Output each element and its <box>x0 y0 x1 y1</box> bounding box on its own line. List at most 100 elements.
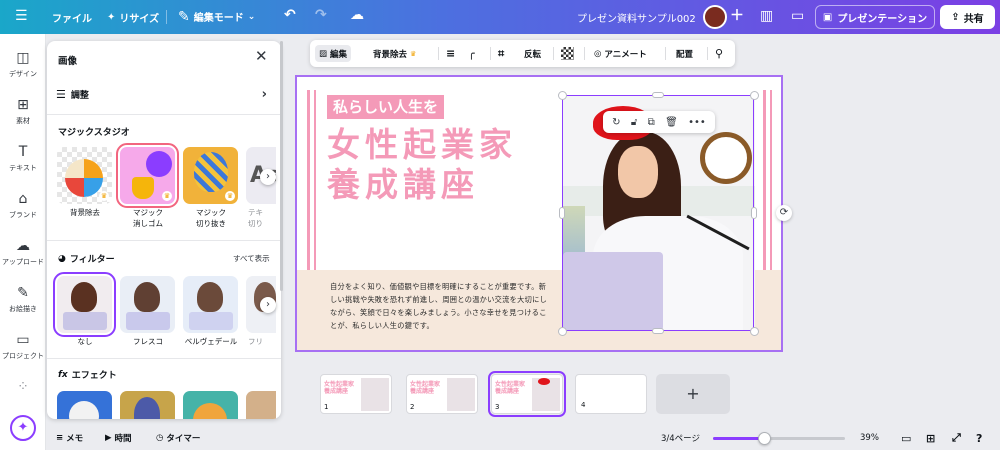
bg-remove-tile[interactable]: ♛ <box>57 147 112 204</box>
add-page-button[interactable]: + <box>656 374 730 414</box>
thumbnail-title: 女性起業家 養成講座 <box>495 381 526 395</box>
resize-handle[interactable] <box>750 327 759 336</box>
sidebar-item-apps[interactable]: ⁘ <box>0 379 46 396</box>
page-view-icon[interactable]: ▭ <box>901 429 911 447</box>
page-thumbnail[interactable]: 女性起業家 養成講座 1 <box>320 374 392 414</box>
resize-handle[interactable] <box>652 328 664 334</box>
zoom-slider-knob[interactable] <box>758 432 771 445</box>
page-thumbnail-current[interactable]: 女性起業家 養成講座 3 <box>488 371 566 417</box>
sidebar-item-brand[interactable]: ⌂ ブランド <box>0 191 46 220</box>
redo-icon[interactable]: ↷ <box>315 8 327 22</box>
sidebar-item-design[interactable]: ◫ デザイン <box>0 50 46 79</box>
sidebar-item-label: 素材 <box>16 117 30 125</box>
magic-assistant-button[interactable]: ✦ <box>10 415 36 441</box>
grid-view-icon[interactable]: ⊞ <box>926 429 935 447</box>
present-button[interactable]: ▣ プレゼンテーション <box>815 5 935 29</box>
page-thumbnail[interactable]: 4 <box>575 374 647 414</box>
flip-button[interactable]: 反転 <box>524 45 541 62</box>
more-icon[interactable]: ••• <box>688 117 706 128</box>
notes-button[interactable]: ≡ メモ <box>56 429 83 447</box>
sidebar-item-label: プロジェクト <box>2 352 44 360</box>
effect-tile[interactable] <box>120 391 175 419</box>
beach-ball-image <box>65 159 103 197</box>
magic-grab-tile[interactable]: ♛ <box>183 147 238 204</box>
sidebar-item-upload[interactable]: ☁ アップロード <box>0 238 46 267</box>
sidebar-item-draw[interactable]: ✎ お絵描き <box>0 285 46 314</box>
animate-button[interactable]: ◎ アニメート <box>594 45 647 62</box>
edit-mode-label: 編集モード <box>193 13 244 24</box>
panel-title: 画像 <box>58 56 78 67</box>
filter-fresco-tile[interactable] <box>120 276 175 333</box>
context-toolbar: ▨ 編集 背景除去 ♛ ≡ ╭ ⌗ 反転 ◎ アニメート 配置 ⚲ <box>310 40 735 67</box>
laptop-image <box>563 252 663 331</box>
undo-icon[interactable]: ↶ <box>284 8 296 22</box>
edit-mode-dropdown[interactable]: ✎ 編集モード ⌄ <box>178 9 255 25</box>
resize-handle[interactable] <box>652 92 664 98</box>
slide-body-text[interactable]: 自分をよく知り、価値観や目標を明確にすることが重要です。新しい挑戦や失敗を恐れず… <box>330 280 552 332</box>
animate-icon: ◎ <box>594 48 602 59</box>
draw-icon: ✎ <box>17 285 29 301</box>
resize-handle[interactable] <box>558 91 567 100</box>
zoom-percentage[interactable]: 39% <box>860 429 879 447</box>
page-indicator[interactable]: 3/4ページ <box>661 429 700 447</box>
chevron-right-icon[interactable]: › <box>260 297 276 313</box>
sparkle-icon: ✦ <box>17 420 29 435</box>
slide-title[interactable]: 女性起業家 養成講座 <box>327 125 567 205</box>
effect-tile[interactable] <box>183 391 238 419</box>
chevron-right-icon[interactable]: › <box>260 169 276 185</box>
fullscreen-icon[interactable]: ⤢ <box>952 429 961 447</box>
hamburger-icon[interactable]: ☰ <box>15 9 28 23</box>
add-collaborator-icon[interactable]: ＋ <box>730 9 744 23</box>
resize-handle[interactable] <box>558 327 567 336</box>
file-menu[interactable]: ファイル <box>52 10 92 25</box>
lock-icon[interactable]: 🔓︎ <box>631 117 637 128</box>
resize-handle[interactable] <box>751 207 757 219</box>
filter-none-tile[interactable] <box>53 272 116 337</box>
adjust-row[interactable]: ☰ 調整 › <box>56 85 271 103</box>
filter-belvedere-tile[interactable] <box>183 276 238 333</box>
zoom-slider[interactable] <box>713 437 845 440</box>
edit-label: 編集 <box>330 49 348 60</box>
cloud-save-icon[interactable]: ☁ <box>350 8 364 22</box>
corner-rounding-icon[interactable]: ╭ <box>468 45 475 62</box>
delete-icon[interactable]: 🗑︎ <box>665 117 678 128</box>
resize-handle[interactable] <box>559 207 565 219</box>
crop-icon[interactable]: ⌗ <box>498 45 504 62</box>
notes-label: メモ <box>66 434 84 444</box>
sidebar-item-projects[interactable]: ▭ プロジェクト <box>0 332 46 361</box>
adjust-label: 調整 <box>70 90 89 101</box>
duplicate-icon[interactable]: ⧉ <box>648 117 655 128</box>
border-style-icon[interactable]: ≡ <box>446 45 455 62</box>
timer-button[interactable]: ◷ タイマー <box>156 429 200 447</box>
sidebar-item-elements[interactable]: ⊞ 素材 <box>0 97 46 126</box>
purple-shape-image <box>146 151 172 177</box>
position-button[interactable]: 配置 <box>676 45 693 62</box>
effect-tile[interactable] <box>246 391 276 419</box>
transparency-icon[interactable] <box>561 47 574 60</box>
slide-subtitle[interactable]: 私らしい人生を <box>327 95 445 119</box>
time-button[interactable]: ▶ 時間 <box>105 429 132 447</box>
page-thumbnail[interactable]: 女性起業家 養成講座 2 <box>406 374 478 414</box>
insights-chart-icon[interactable]: ▥ <box>760 9 773 23</box>
avatar[interactable] <box>703 5 727 29</box>
share-button[interactable]: ⇪ 共有 <box>940 5 995 29</box>
sidebar-item-text[interactable]: T テキスト <box>0 144 46 173</box>
edit-image-button[interactable]: ▨ 編集 <box>315 45 352 62</box>
close-icon[interactable]: ✕ <box>255 49 268 64</box>
resize-button[interactable]: ✦ リサイズ <box>107 10 159 25</box>
comment-add-icon[interactable]: ↻ <box>612 117 620 128</box>
magic-studio-title: マジックスタジオ <box>58 128 130 138</box>
resize-handle[interactable] <box>750 91 759 100</box>
magic-eraser-tile[interactable]: ♛ <box>116 143 179 208</box>
thumbnail-photo <box>447 378 475 411</box>
effect-tile[interactable] <box>57 391 112 419</box>
help-icon[interactable]: ? <box>976 429 982 447</box>
panel-scrollbar[interactable] <box>280 41 283 291</box>
paint-roller-icon[interactable]: ⚲ <box>715 45 723 62</box>
plus-icon: + <box>686 384 700 403</box>
document-title[interactable]: プレゼン資料サンプル002 <box>577 10 696 25</box>
rotate-icon[interactable]: ⟳ <box>776 205 792 221</box>
bg-remove-button[interactable]: 背景除去 ♛ <box>373 45 416 62</box>
see-all-link[interactable]: すべて表示 <box>233 253 270 264</box>
comment-icon[interactable]: ▭ <box>791 9 804 23</box>
